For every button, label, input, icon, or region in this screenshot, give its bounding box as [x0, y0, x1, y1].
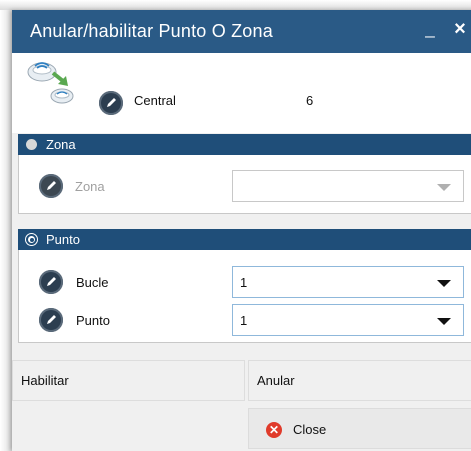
chevron-down-icon	[437, 318, 451, 325]
central-value: 6	[306, 93, 314, 108]
zona-dropdown[interactable]	[232, 170, 464, 202]
zona-edit-icon	[39, 174, 63, 198]
punto-section-header[interactable]: Punto	[18, 229, 471, 250]
anular-button-label: Anular	[257, 373, 295, 388]
network-detectors-icon	[22, 58, 78, 108]
chevron-down-icon	[437, 280, 451, 287]
bucle-dropdown-value: 1	[240, 275, 248, 290]
zona-radio-button[interactable]	[26, 139, 37, 150]
punto-radio-button[interactable]	[26, 234, 37, 245]
punto-dropdown[interactable]: 1	[232, 304, 464, 336]
chevron-down-icon	[437, 184, 451, 191]
central-edit-icon[interactable]	[99, 91, 123, 115]
punto-label: Punto	[76, 313, 110, 328]
habilitar-button[interactable]: Habilitar	[12, 360, 245, 401]
punto-group: Bucle 1 Punto 1	[18, 250, 471, 343]
zona-section-title: Zona	[46, 137, 76, 152]
habilitar-button-label: Habilitar	[21, 373, 69, 388]
window-shadow-left	[0, 10, 12, 451]
button-area: Habilitar Anular ✕ Close	[12, 353, 471, 451]
title-bar[interactable]: Anular/habilitar Punto O Zona _ ×	[12, 10, 471, 53]
punto-edit-icon[interactable]	[39, 308, 63, 332]
dialog-window: Anular/habilitar Punto O Zona _ × Centra…	[12, 10, 471, 451]
bucle-dropdown[interactable]: 1	[232, 266, 464, 298]
close-button[interactable]: ✕ Close	[248, 408, 471, 449]
bucle-label: Bucle	[76, 275, 109, 290]
punto-section-title: Punto	[46, 232, 80, 247]
bucle-edit-icon[interactable]	[39, 270, 63, 294]
window-title: Anular/habilitar Punto O Zona	[30, 21, 273, 41]
window-shadow-top	[0, 0, 471, 10]
close-icon: ✕	[266, 422, 282, 438]
minimize-button[interactable]: _	[420, 19, 440, 43]
anular-button[interactable]: Anular	[248, 360, 471, 401]
punto-dropdown-value: 1	[240, 313, 248, 328]
central-panel: Central 6	[12, 53, 471, 133]
zona-group: Zona	[18, 155, 471, 214]
close-button-label: Close	[293, 422, 327, 437]
central-label: Central	[134, 93, 176, 108]
zona-section-header[interactable]: Zona	[18, 134, 471, 155]
close-window-button[interactable]: ×	[450, 18, 470, 42]
zona-field-label: Zona	[75, 179, 105, 194]
